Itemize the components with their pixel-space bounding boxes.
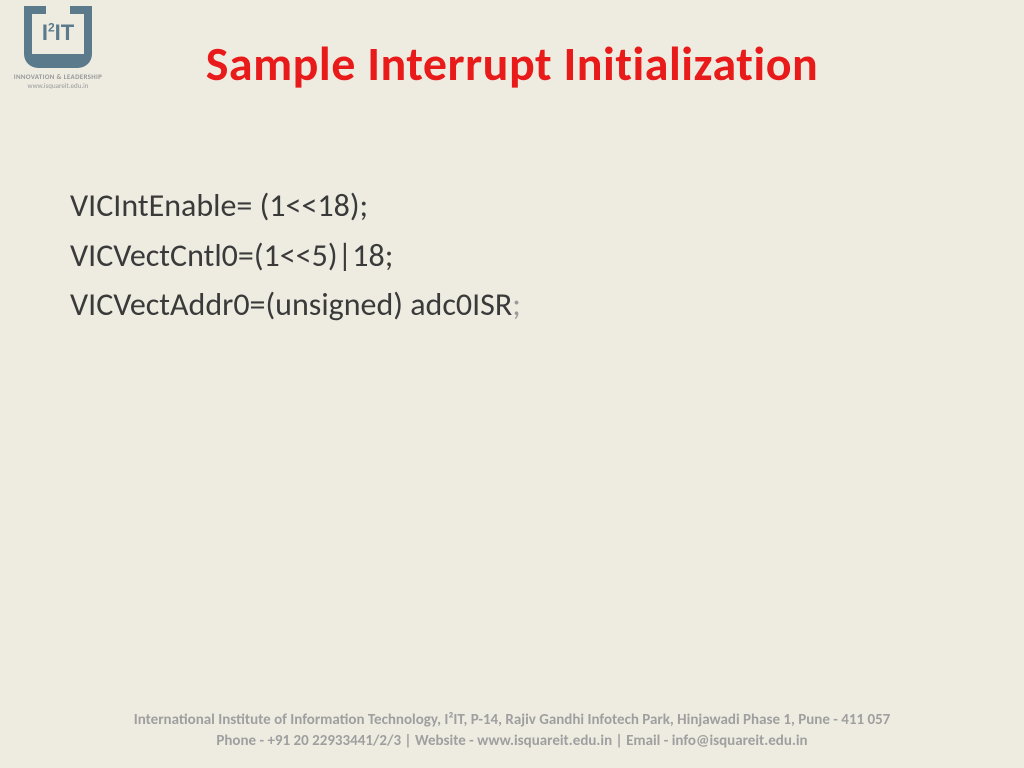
logo: I2IT INNOVATION & LEADERSHIP www.isquare… bbox=[8, 6, 108, 90]
slide-content: VICIntEnable= (1<<18); VICVectCntl0=(1<<… bbox=[0, 93, 1024, 330]
logo-tagline: INNOVATION & LEADERSHIP bbox=[8, 72, 108, 81]
footer-address: International Institute of Information T… bbox=[0, 710, 1024, 731]
code-line-2: VICVectCntl0=(1<<5)|18; bbox=[70, 231, 1024, 281]
logo-url: www.isquareit.edu.in bbox=[8, 81, 108, 90]
logo-text: I2IT bbox=[24, 20, 92, 46]
logo-shield-icon: I2IT bbox=[24, 6, 92, 68]
code-line-3: VICVectAddr0=(unsigned) adc0ISR; bbox=[70, 280, 1024, 330]
footer: International Institute of Information T… bbox=[0, 710, 1024, 752]
footer-contact: Phone - +91 20 22933441/2/3 | Website - … bbox=[0, 731, 1024, 752]
code-line-1: VICIntEnable= (1<<18); bbox=[70, 181, 1024, 231]
slide-title: Sample Interrupt Initialization bbox=[0, 0, 1024, 93]
